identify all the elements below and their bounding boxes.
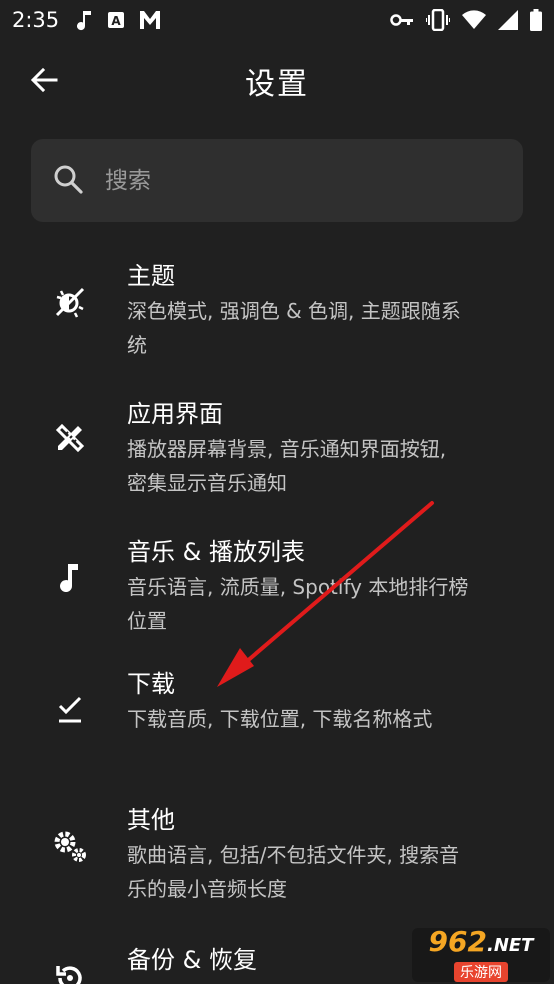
watermark-sub-text: 乐游网 [454, 962, 508, 982]
arrow-left-icon [30, 67, 58, 93]
tools-icon [50, 418, 90, 458]
a-box-icon: A [107, 11, 125, 29]
battery-icon [530, 9, 542, 31]
setting-description: 下载音质, 下载位置, 下载名称格式 [127, 707, 433, 731]
setting-item-music-playlist[interactable]: 音乐 & 播放列表 音乐语言, 流质量, Spotify 本地排行榜 位置 [0, 526, 554, 644]
setting-item-other[interactable]: 其他 歌曲语言, 包括/不包括文件夹, 搜索音 乐的最小音频长度 [0, 798, 554, 916]
setting-description: 歌曲语言, 包括/不包括文件夹, 搜索音 乐的最小音频长度 [127, 843, 460, 901]
gears-icon [50, 826, 90, 866]
watermark-logo-text: 962.NET [428, 925, 534, 958]
key-icon [390, 13, 414, 27]
status-right-icons [390, 9, 542, 31]
app-bar: 设置 [0, 48, 554, 114]
restore-icon [50, 958, 90, 984]
setting-item-app-interface[interactable]: 应用界面 播放器屏幕背景, 音乐通知界面按钮, 密集显示音乐通知 [0, 388, 554, 506]
setting-description: 播放器屏幕背景, 音乐通知界面按钮, 密集显示音乐通知 [127, 437, 447, 495]
m-logo-icon [139, 10, 161, 30]
setting-description: 深色模式, 强调色 & 色调, 主题跟随系 统 [127, 299, 461, 357]
svg-text:A: A [112, 14, 122, 28]
search-box[interactable] [31, 139, 523, 222]
music-note-icon [50, 558, 90, 598]
theme-icon [50, 282, 90, 322]
search-icon [53, 164, 83, 198]
search-input[interactable] [105, 167, 465, 194]
setting-title: 下载 [127, 670, 175, 698]
watermark-logo: 962.NET 乐游网 [412, 928, 550, 982]
download-check-icon [50, 690, 90, 730]
setting-item-theme[interactable]: 主题 深色模式, 强调色 & 色调, 主题跟随系 统 [0, 250, 554, 368]
music-note-icon [77, 9, 93, 31]
vibrate-icon [426, 9, 450, 31]
setting-title: 其他 [127, 806, 175, 834]
setting-description: 音乐语言, 流质量, Spotify 本地排行榜 位置 [127, 575, 469, 633]
page-title: 设置 [245, 67, 309, 102]
setting-title: 音乐 & 播放列表 [127, 538, 305, 566]
back-button[interactable] [24, 60, 64, 100]
setting-item-download[interactable]: 下载 下载音质, 下载位置, 下载名称格式 [0, 662, 554, 758]
status-time: 2:35 [12, 8, 60, 32]
status-left-icons: A [77, 9, 161, 31]
setting-title: 主题 [127, 262, 175, 290]
status-bar: 2:35 A [0, 0, 554, 40]
wifi-icon [462, 10, 486, 30]
setting-title: 应用界面 [127, 400, 223, 428]
signal-icon [498, 10, 518, 30]
